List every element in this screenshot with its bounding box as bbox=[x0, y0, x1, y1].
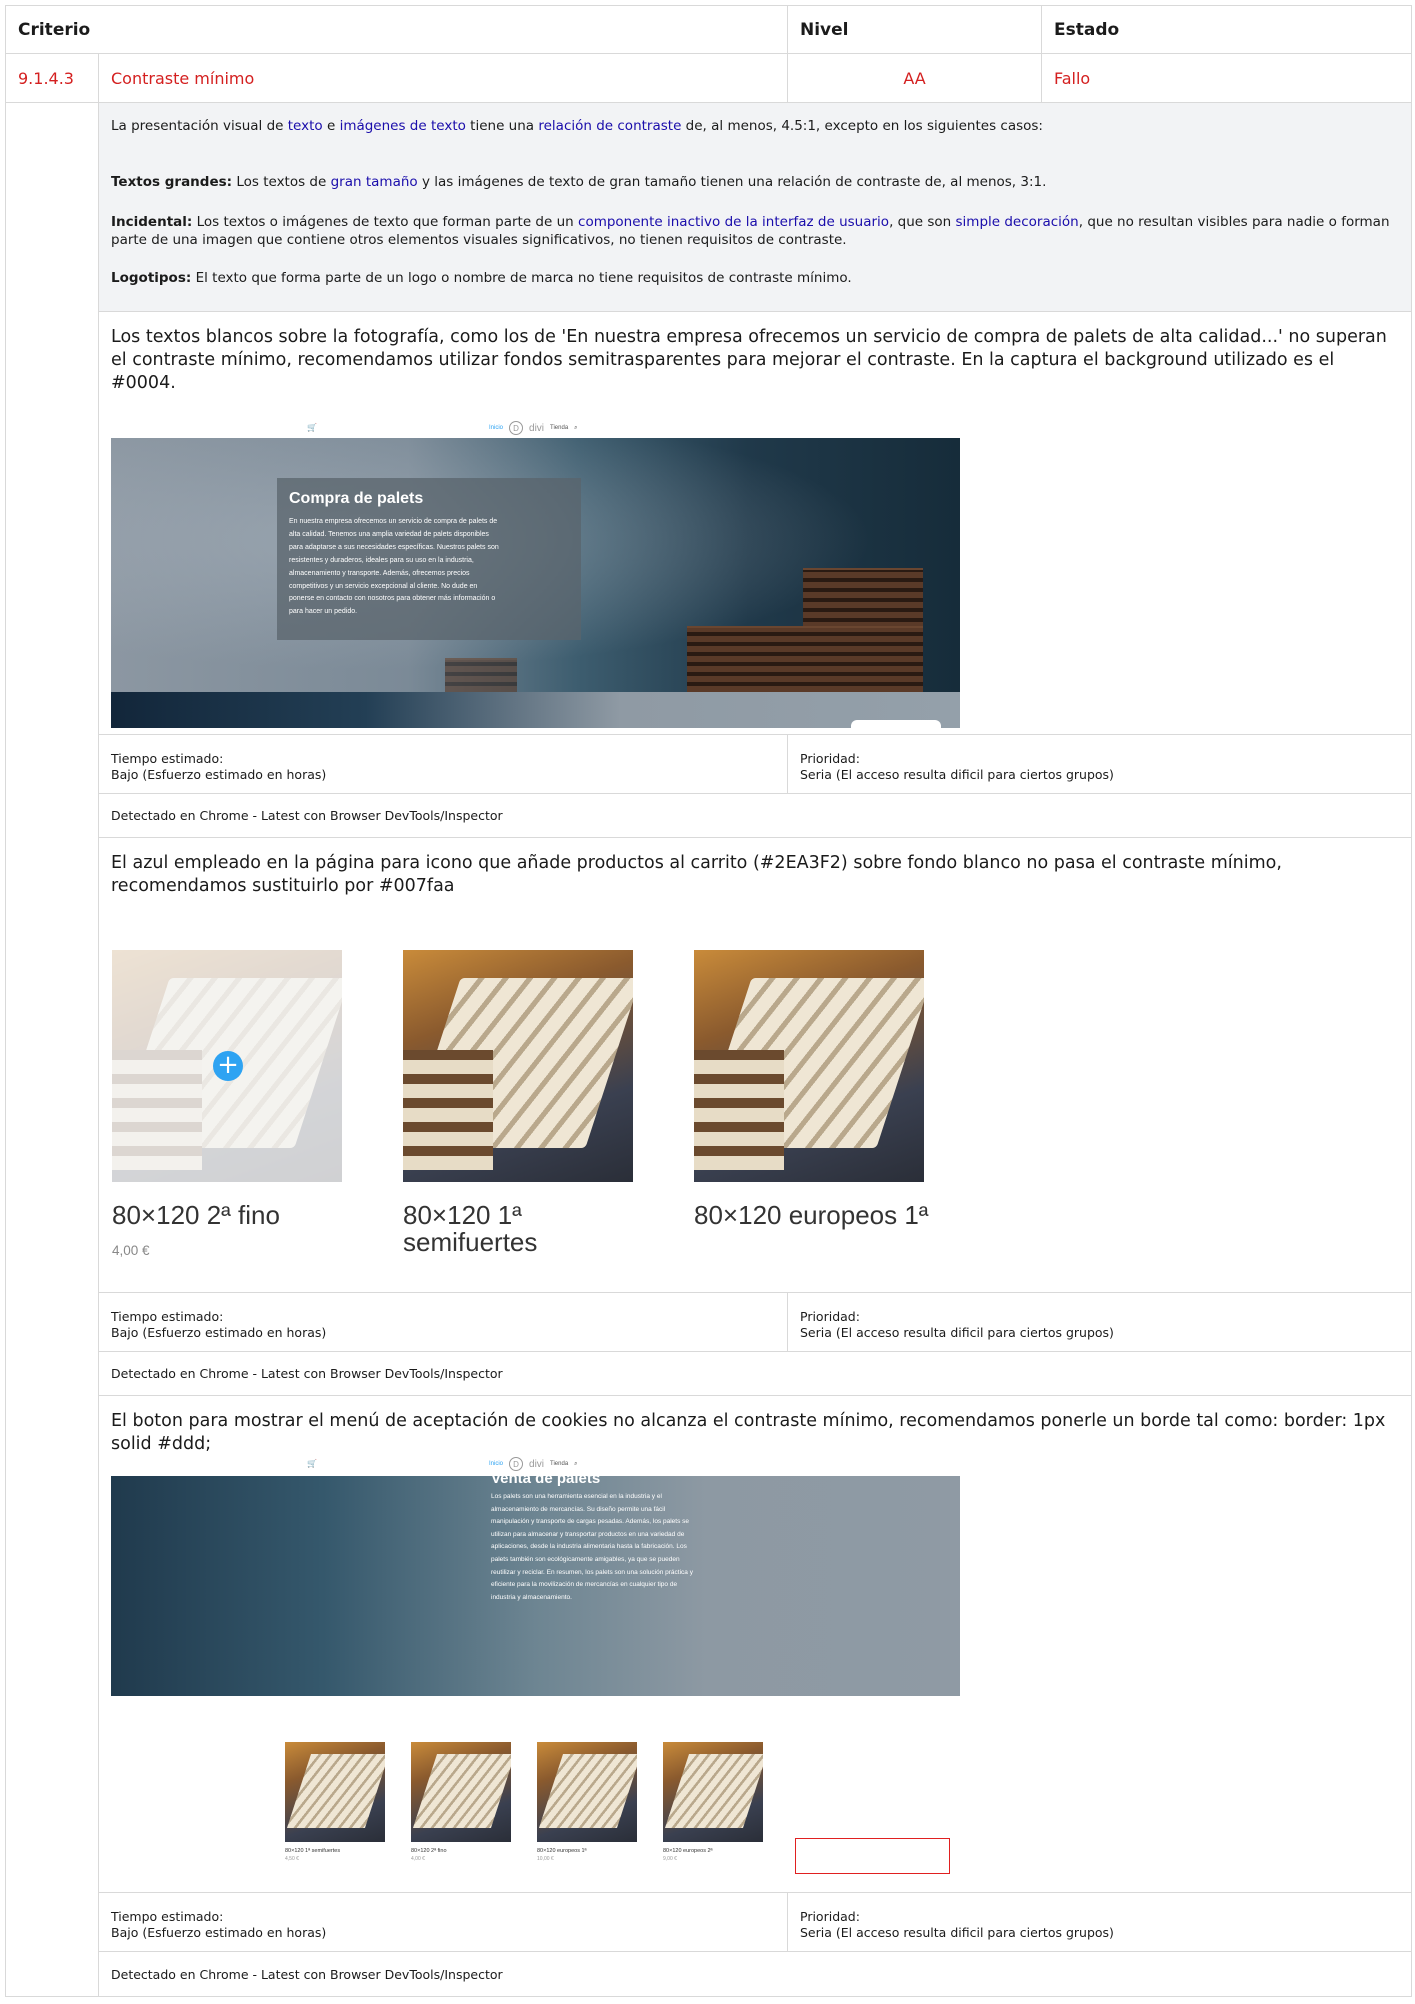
divi-logo-icon: D bbox=[509, 421, 524, 435]
issue-1-text: Los textos blancos sobre la fotografía, … bbox=[111, 327, 1387, 393]
time-value: Bajo (Esfuerzo estimado en horas) bbox=[111, 767, 327, 782]
priority-label: Prioridad: bbox=[800, 1909, 860, 1924]
cookie-button-highlight bbox=[795, 1838, 950, 1874]
criterion-id: 9.1.4.3 bbox=[6, 54, 99, 102]
issue-1-screenshot: 🛒 Inicio D divi Tienda ⌕ Compra de palet… bbox=[99, 416, 1411, 734]
time-label: Tiempo estimado: bbox=[111, 751, 224, 766]
screenshot-1-hero: Compra de palets En nuestra empresa ofre… bbox=[111, 438, 960, 728]
issue-3-screenshot: 🛒 Inicio D divi Tienda ⌕ Venta de palets bbox=[99, 1457, 1411, 1892]
screenshot-3-title: Venta de palets bbox=[491, 1476, 601, 1487]
issue-2-meta: Tiempo estimado: Bajo (Esfuerzo estimado… bbox=[99, 1292, 1411, 1352]
search-icon: ⌕ bbox=[574, 424, 578, 431]
screenshot-3-topbar: 🛒 Inicio D divi Tienda ⌕ bbox=[111, 1452, 960, 1474]
thumb-price: 4,50 € bbox=[285, 1856, 299, 1862]
search-icon: ⌕ bbox=[574, 1460, 578, 1467]
issue-3-detected: Detectado en Chrome - Latest con Browser… bbox=[111, 1966, 503, 1982]
description-large-text: Textos grandes: Los textos de gran tamañ… bbox=[111, 174, 1047, 190]
divi-logo-text: divi bbox=[529, 422, 545, 434]
screenshot-3-text-box: Venta de palets Los palets son una herra… bbox=[491, 1476, 701, 1604]
product-thumb: 80×120 2ª fino 4,00 € bbox=[411, 1742, 511, 1862]
nav-inicio: Inicio bbox=[489, 1461, 504, 1467]
pallet-stack-image bbox=[445, 658, 517, 692]
priority-value: Seria (El acceso resulta dificil para ci… bbox=[800, 1925, 1114, 1940]
thumb-name: 80×120 europeos 1ª bbox=[537, 1848, 587, 1854]
issue-2: El azul empleado en la página para icono… bbox=[99, 838, 1411, 1396]
screenshot-1-paragraph: En nuestra empresa ofrecemos un servicio… bbox=[289, 518, 499, 616]
issue-3-text: El boton para mostrar el menú de aceptac… bbox=[111, 1411, 1386, 1454]
link-gran-tamano[interactable]: gran tamaño bbox=[331, 174, 418, 190]
nav-inicio: Inicio bbox=[489, 425, 504, 431]
link-texto[interactable]: texto bbox=[288, 118, 323, 134]
criterion-status: Fallo bbox=[1054, 68, 1091, 88]
description-incidental: Incidental: Los textos o imágenes de tex… bbox=[111, 214, 1390, 248]
product-thumb: 80×120 europeos 1ª 10,00 € bbox=[537, 1742, 637, 1862]
criterion-description: La presentación visual de texto e imágen… bbox=[99, 103, 1411, 312]
priority-label: Prioridad: bbox=[800, 751, 860, 766]
product-title: 80×120 europeos 1ª bbox=[694, 1200, 929, 1230]
product-card: + 80×120 2ª fino 4,00 € bbox=[112, 950, 342, 1258]
nav-tienda: Tienda bbox=[550, 1461, 569, 1467]
product-image: + bbox=[112, 950, 342, 1182]
priority-value: Seria (El acceso resulta dificil para ci… bbox=[800, 767, 1114, 782]
screenshot-1-title: Compra de palets bbox=[289, 490, 424, 507]
left-spacer-column bbox=[6, 103, 99, 1996]
issue-2-text: El azul empleado en la página para icono… bbox=[111, 853, 1282, 896]
thumb-price: 10,00 € bbox=[537, 1856, 554, 1862]
table-header: Criterio Nivel Estado bbox=[6, 6, 1411, 54]
cart-icon: 🛒 bbox=[307, 1459, 317, 1468]
cart-icon: 🛒 bbox=[307, 423, 317, 432]
issue-1: Los textos blancos sobre la fotografía, … bbox=[99, 312, 1411, 838]
link-relacion-de-contraste[interactable]: relación de contraste bbox=[538, 118, 681, 134]
link-imagenes-de-texto[interactable]: imágenes de texto bbox=[340, 118, 466, 134]
audit-table: Criterio Nivel Estado 9.1.4.3 Contraste … bbox=[5, 5, 1412, 1997]
nav-tienda: Tienda bbox=[550, 425, 569, 431]
add-to-cart-icon: + bbox=[213, 1051, 243, 1081]
link-simple-decoracion[interactable]: simple decoración bbox=[956, 214, 1079, 230]
product-thumb: 80×120 europeos 2ª 9,00 € bbox=[663, 1742, 763, 1862]
thumb-price: 4,00 € bbox=[411, 1856, 425, 1862]
issue-2-detected: Detectado en Chrome - Latest con Browser… bbox=[99, 1352, 1411, 1396]
link-componente-inactivo[interactable]: componente inactivo de la interfaz de us… bbox=[578, 214, 889, 230]
screenshot-3-paragraph: Los palets son una herramienta esencial … bbox=[491, 1493, 693, 1601]
screenshot-1-text-box: Compra de palets En nuestra empresa ofre… bbox=[277, 478, 581, 640]
criterion-level: AA bbox=[788, 54, 1042, 102]
screenshot-3-hero: Venta de palets Los palets son una herra… bbox=[111, 1476, 960, 1696]
issue-2-screenshot: + 80×120 2ª fino 4,00 € 80×120 1ª semifu… bbox=[99, 900, 1411, 1292]
issue-1-detected: Detectado en Chrome - Latest con Browser… bbox=[99, 794, 1411, 838]
product-card: 80×120 1ª semifuertes bbox=[403, 950, 633, 1256]
divi-logo-icon: D bbox=[509, 1457, 524, 1471]
thumb-price: 9,00 € bbox=[663, 1856, 677, 1862]
priority-label: Prioridad: bbox=[800, 1309, 860, 1324]
criterion-row: 9.1.4.3 Contraste mínimo AA Fallo bbox=[6, 54, 1411, 103]
issue-1-meta: Tiempo estimado: Bajo (Esfuerzo estimado… bbox=[99, 734, 1411, 794]
time-label: Tiempo estimado: bbox=[111, 1309, 224, 1324]
product-title: 80×120 1ª semifuertes bbox=[403, 1200, 538, 1257]
criterion-name: Contraste mínimo bbox=[99, 54, 788, 102]
product-title: 80×120 2ª fino bbox=[112, 1200, 280, 1230]
screenshot-1-topbar: 🛒 Inicio D divi Tienda ⌕ bbox=[111, 416, 960, 438]
time-value: Bajo (Esfuerzo estimado en horas) bbox=[111, 1325, 327, 1340]
header-criterio: Criterio bbox=[6, 6, 788, 53]
issue-3-meta: Tiempo estimado: Bajo (Esfuerzo estimado… bbox=[99, 1892, 1411, 1952]
header-nivel: Nivel bbox=[788, 6, 1042, 53]
thumb-name: 80×120 europeos 2ª bbox=[663, 1848, 713, 1854]
description-intro: La presentación visual de texto e imágen… bbox=[111, 118, 1043, 134]
priority-value: Seria (El acceso resulta dificil para ci… bbox=[800, 1325, 1114, 1340]
thumb-name: 80×120 2ª fino bbox=[411, 1848, 447, 1854]
time-value: Bajo (Esfuerzo estimado en horas) bbox=[111, 1925, 327, 1940]
product-card: 80×120 europeos 1ª bbox=[694, 950, 928, 1229]
product-image bbox=[694, 950, 924, 1182]
product-image bbox=[403, 950, 633, 1182]
divi-logo-text: divi bbox=[529, 1458, 545, 1470]
time-label: Tiempo estimado: bbox=[111, 1909, 224, 1924]
product-price: 4,00 € bbox=[112, 1243, 150, 1258]
description-logos: Logotipos: El texto que forma parte de u… bbox=[111, 270, 852, 286]
thumb-name: 80×120 1ª semifuertes bbox=[285, 1848, 341, 1854]
header-estado: Estado bbox=[1054, 19, 1120, 40]
pallet-stack-image bbox=[687, 626, 923, 692]
issue-3: El boton para mostrar el menú de aceptac… bbox=[99, 1396, 1411, 1996]
product-thumb: 80×120 1ª semifuertes 4,50 € bbox=[285, 1742, 385, 1862]
